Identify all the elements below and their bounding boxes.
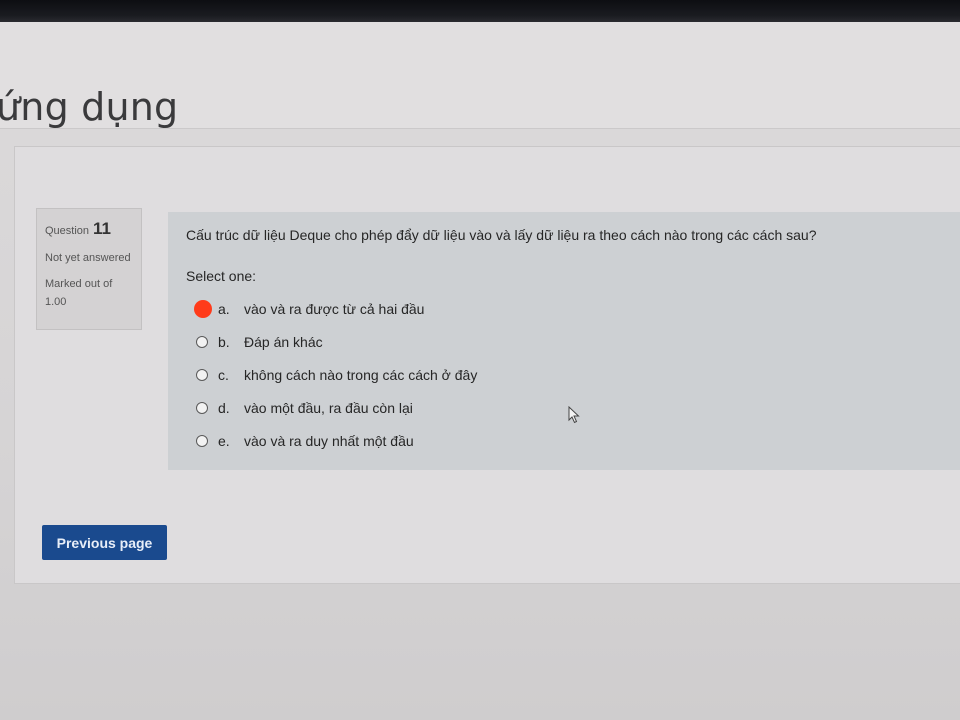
question-content: Cấu trúc dữ liệu Deque cho phép đẩy dữ l… [168, 212, 960, 470]
radio-icon[interactable] [196, 335, 208, 348]
select-prompt: Select one: [186, 268, 257, 284]
answer-letter: e. [218, 432, 230, 449]
page-header: ứng dụng [0, 22, 960, 129]
answer-text: vào và ra duy nhất một đầu [244, 432, 414, 449]
previous-page-button[interactable]: Previous page [42, 525, 167, 560]
question-state: Not yet answered [45, 252, 131, 264]
question-number-value: 11 [93, 219, 112, 238]
page-title: ứng dụng [0, 85, 179, 130]
question-label: Question [45, 225, 90, 237]
radio-icon[interactable] [196, 401, 208, 414]
radio-selected-icon[interactable] [194, 299, 212, 318]
answer-text: không cách nào trong các cách ở đây [244, 366, 478, 383]
question-text: Cấu trúc dữ liệu Deque cho phép đẩy dữ l… [186, 227, 817, 243]
screen: ứng dụng Question 11 Not yet answered Ma… [0, 0, 960, 720]
answer-option-b[interactable]: b. Đáp án khác [186, 325, 942, 358]
answer-option-c[interactable]: c. không cách nào trong các cách ở đây [186, 358, 942, 391]
answer-text: Đáp án khác [244, 333, 323, 350]
answer-option-d[interactable]: d. vào một đầu, ra đầu còn lại [186, 391, 942, 424]
question-info-panel: Question 11 Not yet answered Marked out … [36, 208, 142, 330]
answer-letter: a. [218, 300, 230, 317]
question-grade: Marked out of 1.00 [45, 278, 113, 308]
answer-text: vào một đầu, ra đầu còn lại [244, 399, 413, 416]
question-number: Question 11 [45, 219, 133, 239]
answer-list: a. vào và ra được từ cả hai đầu b. Đáp á… [186, 292, 942, 457]
answer-letter: b. [218, 333, 230, 350]
monitor-bezel [0, 0, 960, 22]
mouse-cursor-icon [568, 406, 580, 424]
radio-icon[interactable] [196, 434, 208, 447]
radio-icon[interactable] [196, 368, 208, 381]
answer-option-a[interactable]: a. vào và ra được từ cả hai đầu [186, 292, 942, 325]
answer-letter: d. [218, 399, 230, 416]
answer-letter: c. [218, 366, 229, 383]
answer-option-e[interactable]: e. vào và ra duy nhất một đầu [186, 424, 942, 457]
answer-text: vào và ra được từ cả hai đầu [244, 300, 425, 317]
